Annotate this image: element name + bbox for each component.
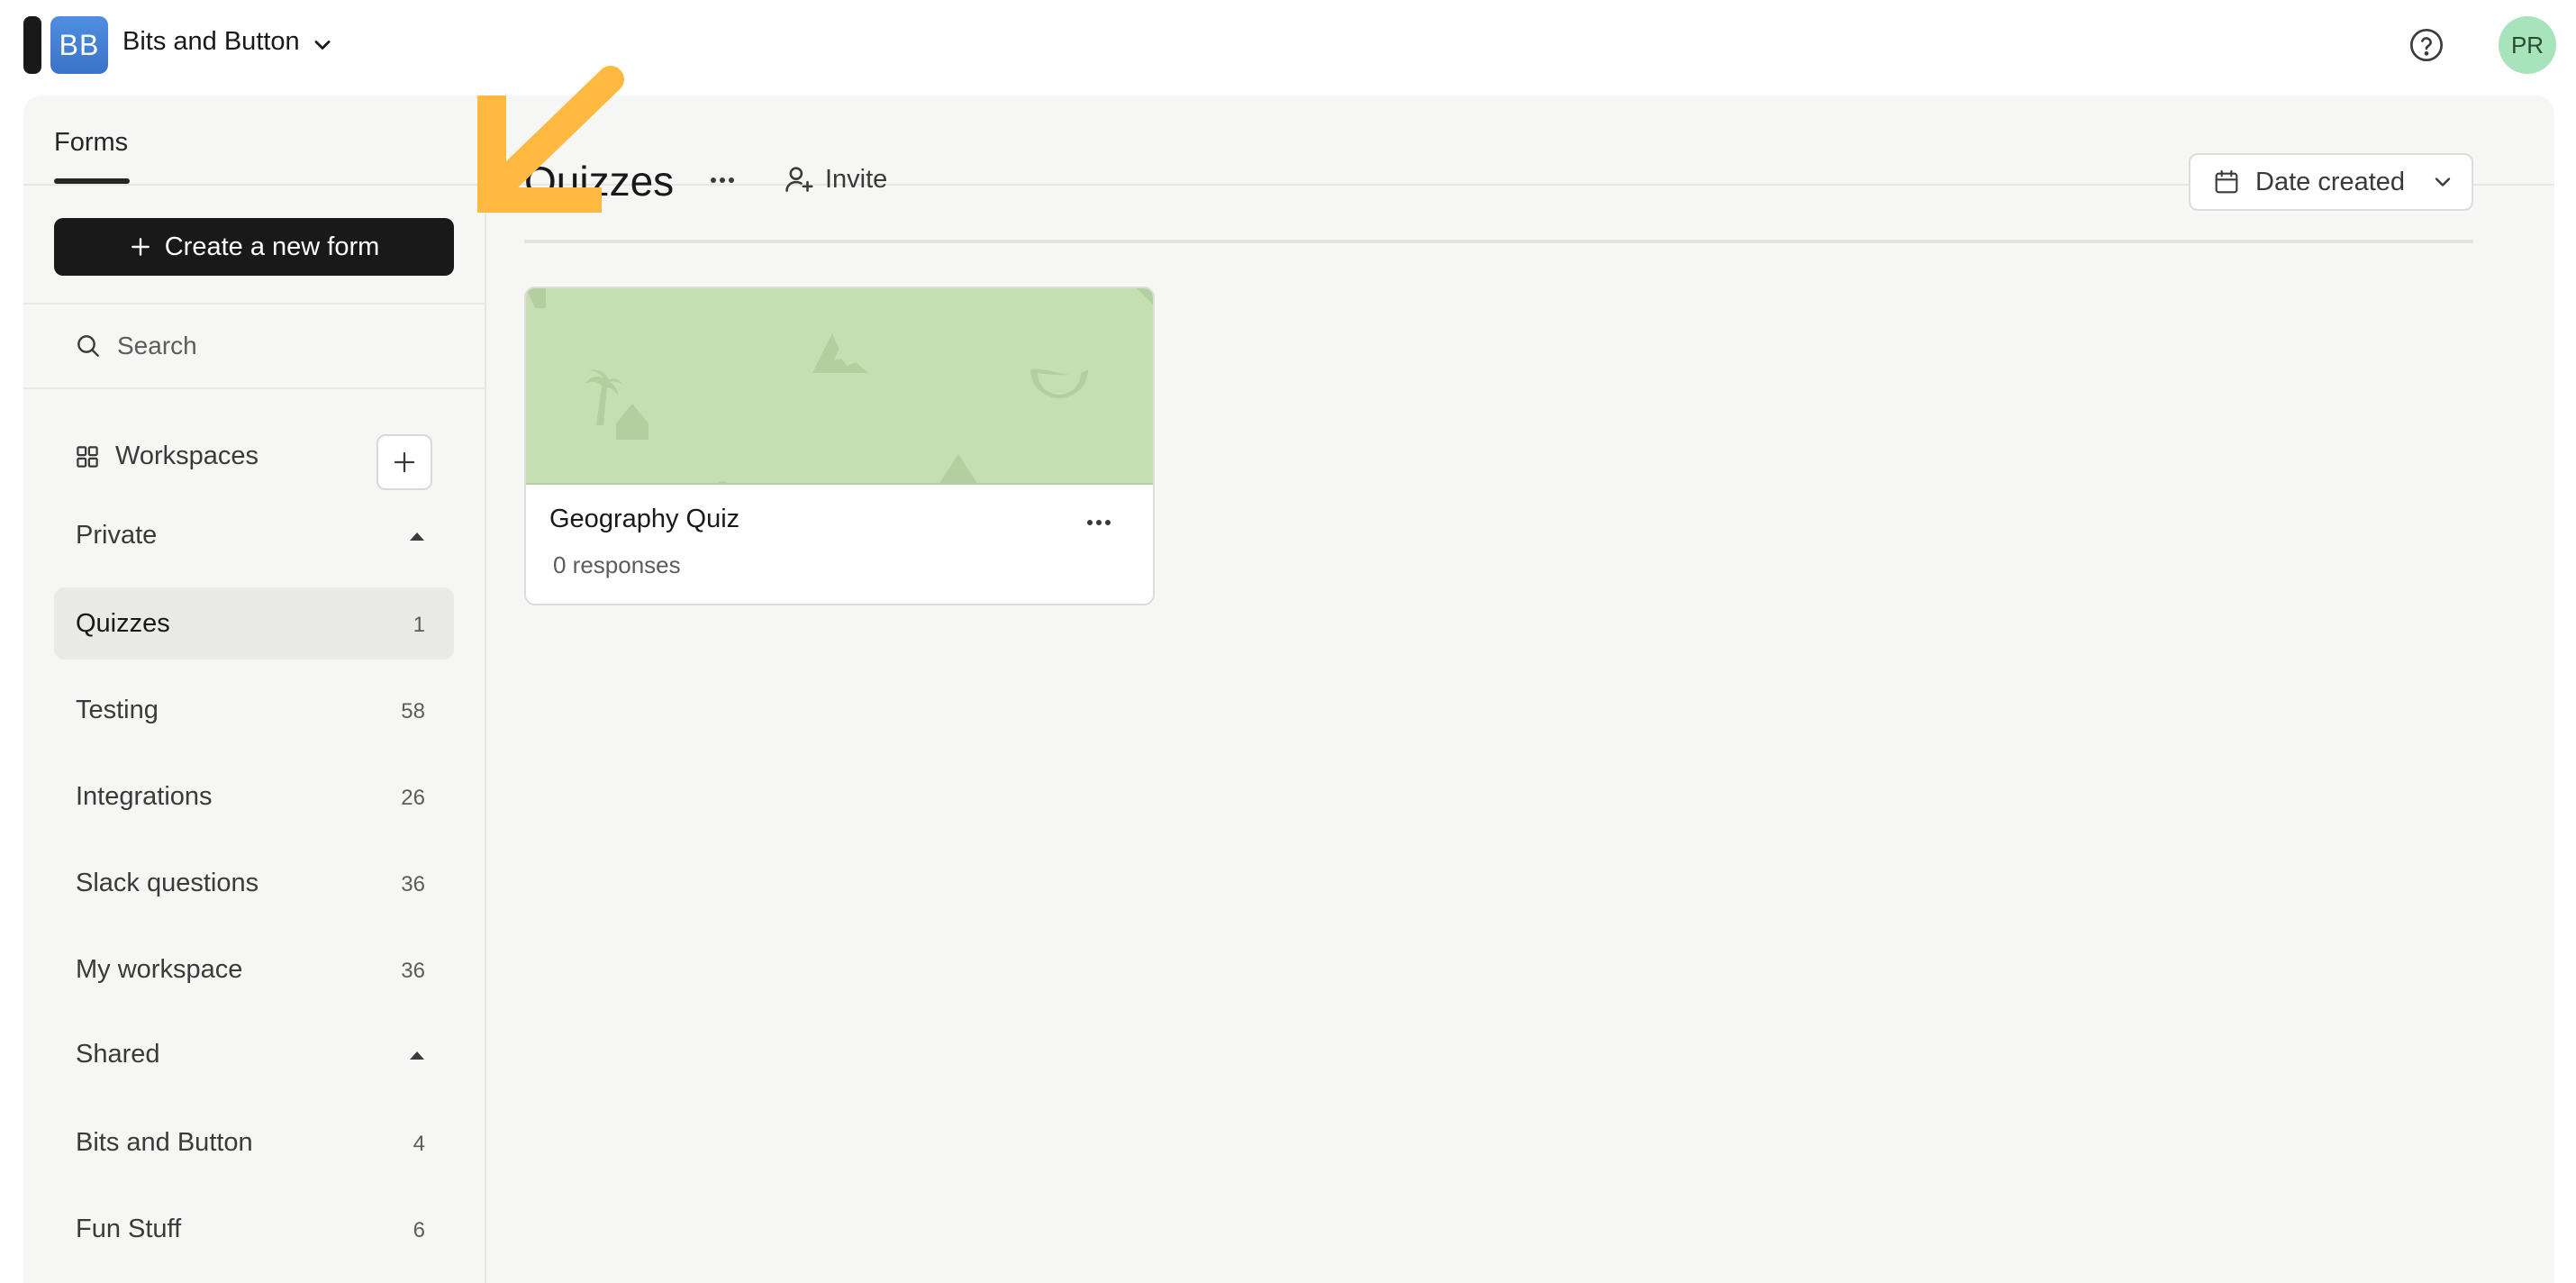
tab-forms[interactable]: Forms: [54, 128, 128, 158]
user-plus-icon: [785, 167, 813, 192]
workspace-item-label: Slack questions: [76, 869, 259, 897]
form-card-title: Geography Quiz: [549, 505, 740, 533]
sort-label: Date created: [2255, 167, 2406, 196]
workspace-item-quizzes[interactable]: Quizzes 1: [54, 587, 454, 660]
workspace-item-count: 4: [413, 1132, 425, 1156]
workspace-item-count: 26: [401, 786, 425, 810]
workspace-item-count: 6: [413, 1218, 425, 1242]
search-icon: [77, 335, 99, 357]
chevron-down-icon: [2435, 177, 2451, 187]
more-options-icon[interactable]: [1081, 510, 1117, 535]
org-name[interactable]: Bits and Button: [122, 27, 300, 57]
create-form-button[interactable]: Create a new form: [54, 218, 454, 276]
help-icon[interactable]: [2408, 27, 2444, 63]
cover-pattern-icon: [526, 288, 1153, 496]
private-group-label[interactable]: Private: [76, 521, 157, 551]
sidebar: Create a new form Search Workspaces Priv…: [23, 187, 486, 1283]
add-workspace-button[interactable]: [376, 434, 432, 490]
caret-up-icon[interactable]: [407, 1049, 427, 1061]
workspace-item-label: Testing: [76, 696, 159, 724]
workspace-item-count: 1: [413, 613, 425, 637]
chevron-down-icon[interactable]: [310, 32, 335, 58]
workspace-item-my-workspace[interactable]: My workspace 36: [54, 933, 454, 1005]
workspace-item-label: Integrations: [76, 782, 213, 811]
workspace-item-label: Fun Stuff: [76, 1215, 182, 1243]
workspace-item-count: 36: [401, 872, 425, 896]
workspace-item-testing[interactable]: Testing 58: [54, 674, 454, 746]
workspace-item-integrations[interactable]: Integrations 26: [54, 760, 454, 833]
form-card[interactable]: Geography Quiz 0 responses: [524, 287, 1155, 605]
search-label: Search: [117, 332, 197, 359]
sidebar-divider: [23, 303, 486, 305]
sort-dropdown[interactable]: Date created: [2189, 153, 2473, 211]
workspace-title: Quizzes: [524, 158, 675, 205]
calendar-icon: [2215, 169, 2238, 194]
workspace-item-fun-stuff[interactable]: Fun Stuff 6: [54, 1193, 454, 1265]
create-form-label: Create a new form: [164, 232, 380, 261]
workspace-item-label: My workspace: [76, 955, 243, 984]
sidebar-divider: [23, 387, 486, 389]
workspaces-header: Workspaces: [74, 441, 259, 471]
app-logo-icon[interactable]: [23, 16, 41, 74]
workspace-item-count: 36: [401, 959, 425, 983]
caret-up-icon[interactable]: [407, 530, 427, 542]
org-avatar[interactable]: BB: [50, 16, 108, 74]
workspace-item-label: Quizzes: [76, 609, 170, 638]
plus-icon: [131, 238, 150, 256]
workspace-item-slack-questions[interactable]: Slack questions 36: [54, 847, 454, 919]
user-avatar[interactable]: PR: [2499, 16, 2556, 74]
main-divider: [524, 240, 2473, 243]
workspace-item-bits-and-button[interactable]: Bits and Button 4: [54, 1106, 454, 1178]
plus-icon: [394, 451, 415, 473]
app-shell: Forms Create a new form Search Workspace…: [23, 96, 2554, 1283]
form-card-cover: [526, 288, 1153, 496]
workspace-item-label: Bits and Button: [76, 1128, 253, 1157]
invite-label: Invite: [825, 164, 888, 194]
workspaces-label: Workspaces: [115, 441, 259, 470]
invite-button[interactable]: Invite: [782, 162, 887, 196]
top-bar: BB Bits and Button PR: [0, 0, 2576, 94]
workspace-item-count: 58: [401, 699, 425, 723]
more-options-icon[interactable]: [703, 168, 742, 193]
shared-group-label[interactable]: Shared: [76, 1040, 160, 1069]
tabs-row: Forms: [23, 96, 2554, 186]
grid-icon: [77, 445, 98, 468]
search-button[interactable]: Search: [74, 332, 197, 360]
tab-active-indicator: [54, 178, 130, 184]
form-card-responses: 0 responses: [553, 551, 681, 578]
